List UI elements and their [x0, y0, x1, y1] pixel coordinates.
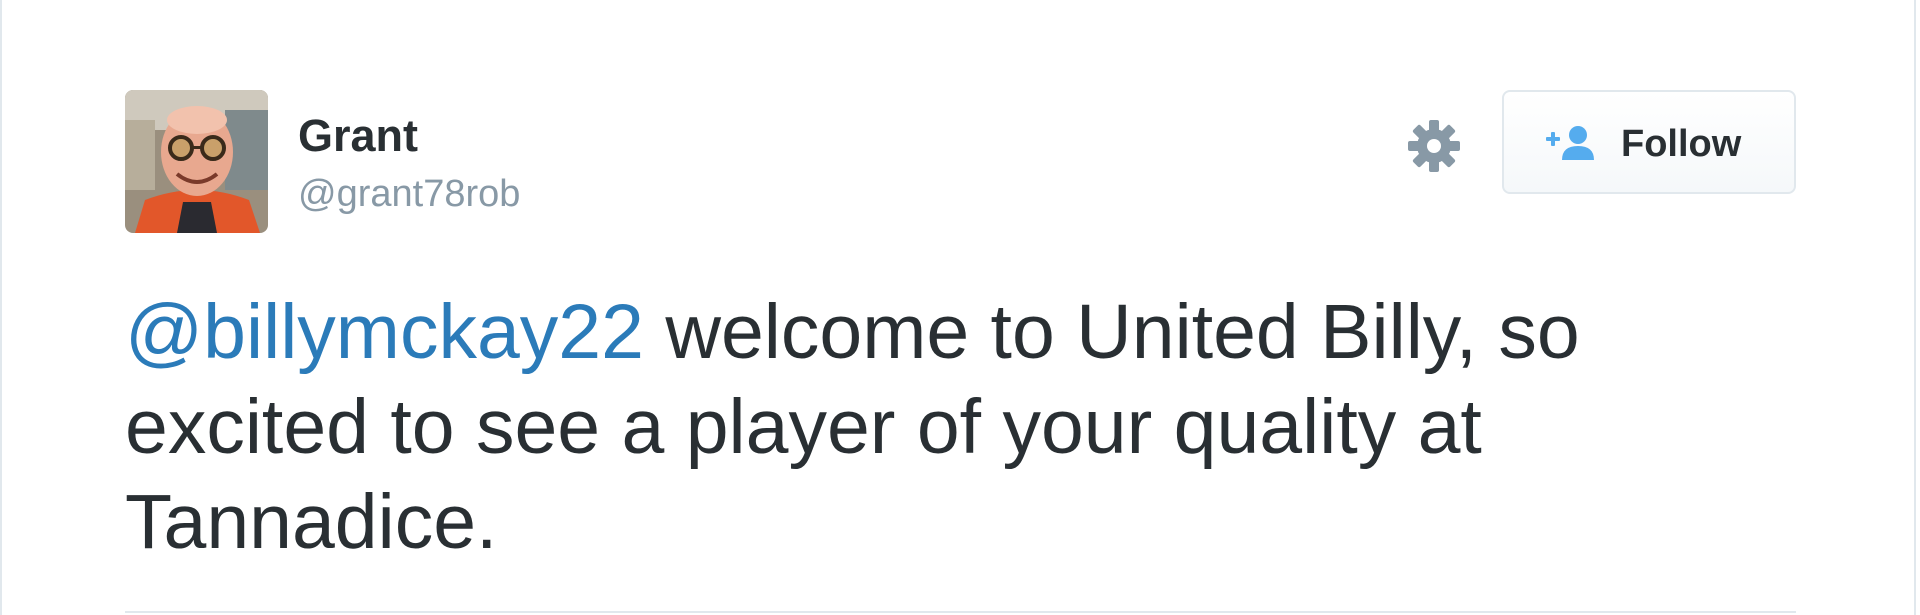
- gear-icon[interactable]: [1406, 118, 1462, 174]
- follow-person-icon: [1544, 124, 1598, 164]
- follow-button[interactable]: Follow: [1502, 90, 1796, 194]
- author-name[interactable]: Grant: [298, 110, 418, 162]
- author-handle[interactable]: @grant78rob: [298, 172, 520, 216]
- avatar[interactable]: [125, 90, 268, 233]
- avatar-photo: [125, 90, 268, 233]
- divider: [125, 611, 1796, 613]
- mention-link[interactable]: @billymckay22: [125, 289, 644, 375]
- tweet-text: @billymckay22 welcome to United Billy, s…: [125, 285, 1785, 570]
- follow-button-label: Follow: [1621, 123, 1742, 165]
- tweet-card: Grant @grant78rob Follow @billymckay22 w…: [0, 0, 1916, 615]
